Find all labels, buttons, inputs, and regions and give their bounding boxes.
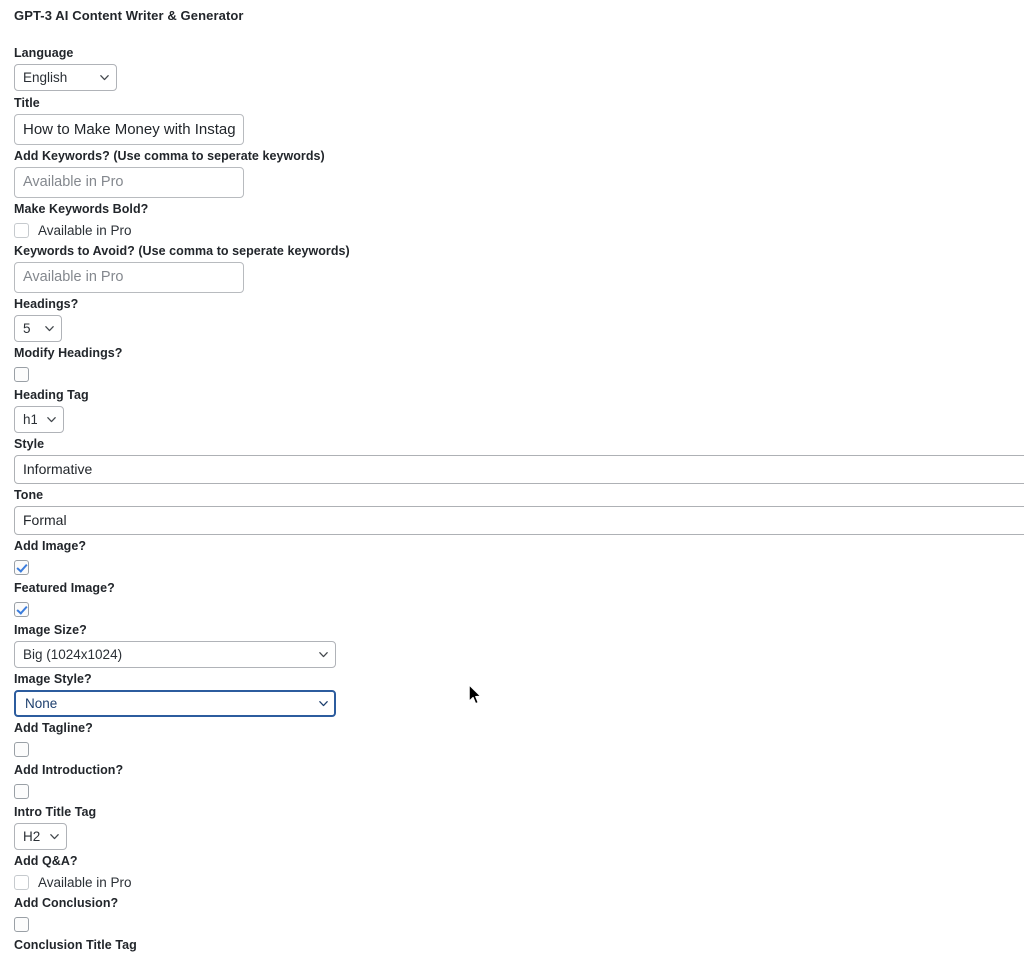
label-image-style: Image Style? (14, 672, 92, 686)
image-size-select-wrap[interactable]: Big (1024x1024) (14, 641, 336, 668)
add-qa-note: Available in Pro (38, 874, 132, 890)
field-keywords-to-avoid: Keywords to Avoid? (Use comma to seperat… (14, 244, 1024, 293)
field-make-keywords-bold: Make Keywords Bold? Available in Pro (14, 202, 1024, 240)
language-select-wrap[interactable]: English (14, 64, 117, 91)
label-modify-headings: Modify Headings? (14, 346, 123, 360)
heading-tag-select-wrap[interactable]: h1 (14, 406, 64, 433)
title-input[interactable] (14, 114, 244, 145)
field-title: Title (14, 96, 1024, 145)
field-heading-tag: Heading Tag h1 (14, 388, 1024, 433)
field-add-image: Add Image? (14, 539, 1024, 577)
headings-select-wrap[interactable]: 5 (14, 315, 62, 342)
label-featured-image: Featured Image? (14, 581, 115, 595)
add-conclusion-row (14, 914, 1024, 934)
label-add-tagline: Add Tagline? (14, 721, 93, 735)
headings-select[interactable]: 5 (14, 315, 62, 342)
add-keywords-input[interactable] (14, 167, 244, 198)
make-keywords-bold-note: Available in Pro (38, 222, 132, 238)
label-heading-tag: Heading Tag (14, 388, 89, 402)
add-introduction-row (14, 781, 1024, 801)
label-intro-title-tag: Intro Title Tag (14, 805, 97, 819)
field-headings: Headings? 5 (14, 297, 1024, 342)
make-keywords-bold-row: Available in Pro (14, 220, 1024, 240)
add-conclusion-checkbox[interactable] (14, 916, 29, 932)
label-add-image: Add Image? (14, 539, 87, 553)
image-size-select[interactable]: Big (1024x1024) (14, 641, 336, 668)
field-style: Style (14, 437, 1024, 484)
field-image-style: Image Style? None (14, 672, 1024, 717)
label-add-conclusion: Add Conclusion? (14, 896, 119, 910)
modify-headings-row (14, 364, 1024, 384)
field-featured-image: Featured Image? (14, 581, 1024, 619)
label-add-qa: Add Q&A? (14, 854, 78, 868)
add-introduction-checkbox[interactable] (14, 783, 29, 799)
language-select[interactable]: English (14, 64, 117, 91)
field-add-qa: Add Q&A? Available in Pro (14, 854, 1024, 892)
field-add-introduction: Add Introduction? (14, 763, 1024, 801)
field-image-size: Image Size? Big (1024x1024) (14, 623, 1024, 668)
field-language: Language English (14, 46, 1024, 91)
label-headings: Headings? (14, 297, 79, 311)
label-tone: Tone (14, 488, 44, 502)
label-image-size: Image Size? (14, 623, 87, 637)
page-title: GPT-3 AI Content Writer & Generator (14, 8, 244, 23)
make-keywords-bold-checkbox (14, 222, 29, 238)
add-qa-row: Available in Pro (14, 872, 1024, 892)
add-image-checkbox[interactable] (14, 559, 29, 575)
label-keywords-to-avoid: Keywords to Avoid? (Use comma to seperat… (14, 244, 350, 258)
label-add-introduction: Add Introduction? (14, 763, 124, 777)
featured-image-checkbox[interactable] (14, 601, 29, 617)
add-tagline-checkbox[interactable] (14, 741, 29, 757)
field-add-keywords: Add Keywords? (Use comma to seperate key… (14, 149, 1024, 198)
intro-title-tag-select-wrap[interactable]: H2 (14, 823, 67, 850)
label-make-keywords-bold: Make Keywords Bold? (14, 202, 149, 216)
add-qa-checkbox (14, 874, 29, 890)
heading-tag-select[interactable]: h1 (14, 406, 64, 433)
label-add-keywords: Add Keywords? (Use comma to seperate key… (14, 149, 325, 163)
field-add-tagline: Add Tagline? (14, 721, 1024, 759)
intro-title-tag-select[interactable]: H2 (14, 823, 67, 850)
image-style-select[interactable]: None (14, 690, 336, 717)
label-title: Title (14, 96, 40, 110)
field-conclusion-title-tag: Conclusion Title Tag (14, 938, 1024, 953)
field-tone: Tone (14, 488, 1024, 535)
keywords-to-avoid-input[interactable] (14, 262, 244, 293)
field-add-conclusion: Add Conclusion? (14, 896, 1024, 934)
style-input[interactable] (14, 455, 1024, 484)
label-style: Style (14, 437, 45, 451)
tone-input[interactable] (14, 506, 1024, 535)
content-generator-form: GPT-3 AI Content Writer & Generator Lang… (0, 0, 1024, 953)
modify-headings-checkbox[interactable] (14, 366, 29, 382)
label-language: Language (14, 46, 74, 60)
featured-image-row (14, 599, 1024, 619)
add-image-row (14, 557, 1024, 577)
label-conclusion-title-tag: Conclusion Title Tag (14, 938, 137, 952)
field-intro-title-tag: Intro Title Tag H2 (14, 805, 1024, 850)
image-style-select-wrap[interactable]: None (14, 690, 336, 717)
add-tagline-row (14, 739, 1024, 759)
field-modify-headings: Modify Headings? (14, 346, 1024, 384)
